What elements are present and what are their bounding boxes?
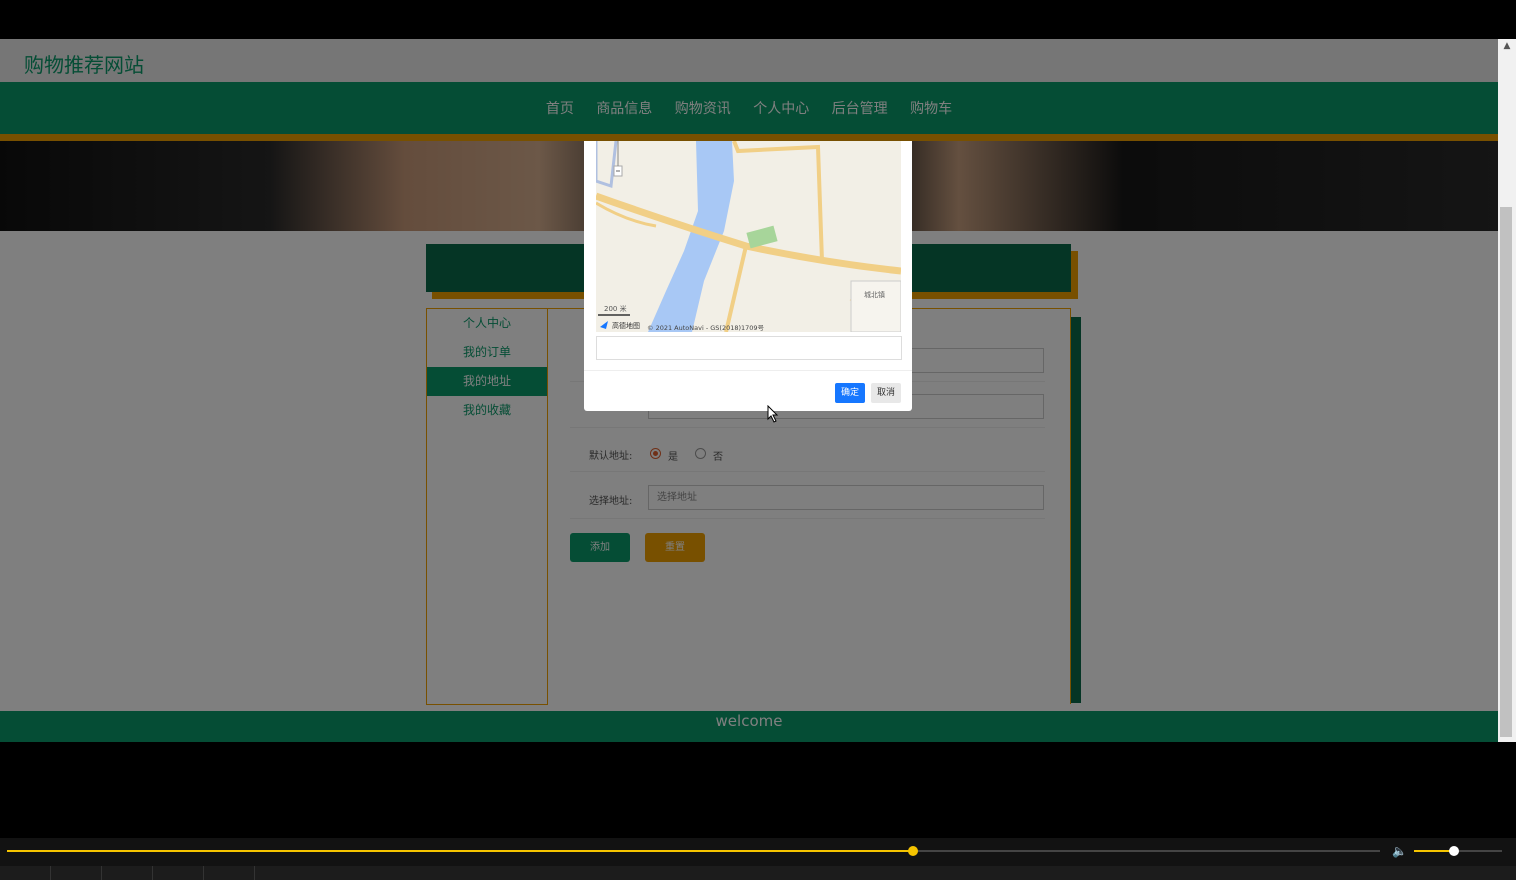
cancel-button[interactable]: 取消 xyxy=(871,383,901,403)
map-place-label: 城北镇 xyxy=(864,290,885,299)
taskbar-slot[interactable] xyxy=(51,866,102,880)
map-search-input[interactable] xyxy=(596,336,902,360)
taskbar-slot[interactable] xyxy=(153,866,204,880)
map-scale-label: 200 米 xyxy=(604,304,627,313)
volume-thumb[interactable] xyxy=(1448,846,1459,856)
map-graphic: 城北镇 200 米 高德地图 © 2021 AutoNavi - GS(2018… xyxy=(596,141,901,332)
browser-viewport: 购物推荐网站 首页 商品信息 购物资讯 个人中心 后台管理 购物车 个人中心 我… xyxy=(0,39,1498,742)
scroll-thumb[interactable] xyxy=(1500,207,1512,737)
confirm-button[interactable]: 确定 xyxy=(835,383,865,403)
scroll-up-icon[interactable]: ▲ xyxy=(1498,41,1516,55)
taskbar-slot[interactable] xyxy=(204,866,255,880)
volume-icon[interactable]: 🔈 xyxy=(1392,844,1407,858)
map-provider-label: 高德地图 xyxy=(612,321,640,330)
seek-bar[interactable] xyxy=(7,846,1380,856)
page-scrollbar[interactable]: ▲ xyxy=(1498,39,1516,742)
volume-level xyxy=(1414,850,1454,852)
taskbar-slot[interactable] xyxy=(102,866,153,880)
map-copyright: © 2021 AutoNavi - GS(2018)1709号 xyxy=(647,324,765,332)
taskbar xyxy=(0,866,1516,880)
mouse-cursor-icon xyxy=(767,405,779,423)
volume-slider[interactable] xyxy=(1414,846,1502,856)
map-dialog: 城北镇 200 米 高德地图 © 2021 AutoNavi - GS(2018… xyxy=(584,141,912,411)
seek-thumb[interactable] xyxy=(908,846,919,856)
map-view[interactable]: 城北镇 200 米 高德地图 © 2021 AutoNavi - GS(2018… xyxy=(596,141,901,332)
dialog-divider xyxy=(584,370,912,371)
taskbar-slot[interactable] xyxy=(0,866,51,880)
seek-progress xyxy=(7,850,914,852)
